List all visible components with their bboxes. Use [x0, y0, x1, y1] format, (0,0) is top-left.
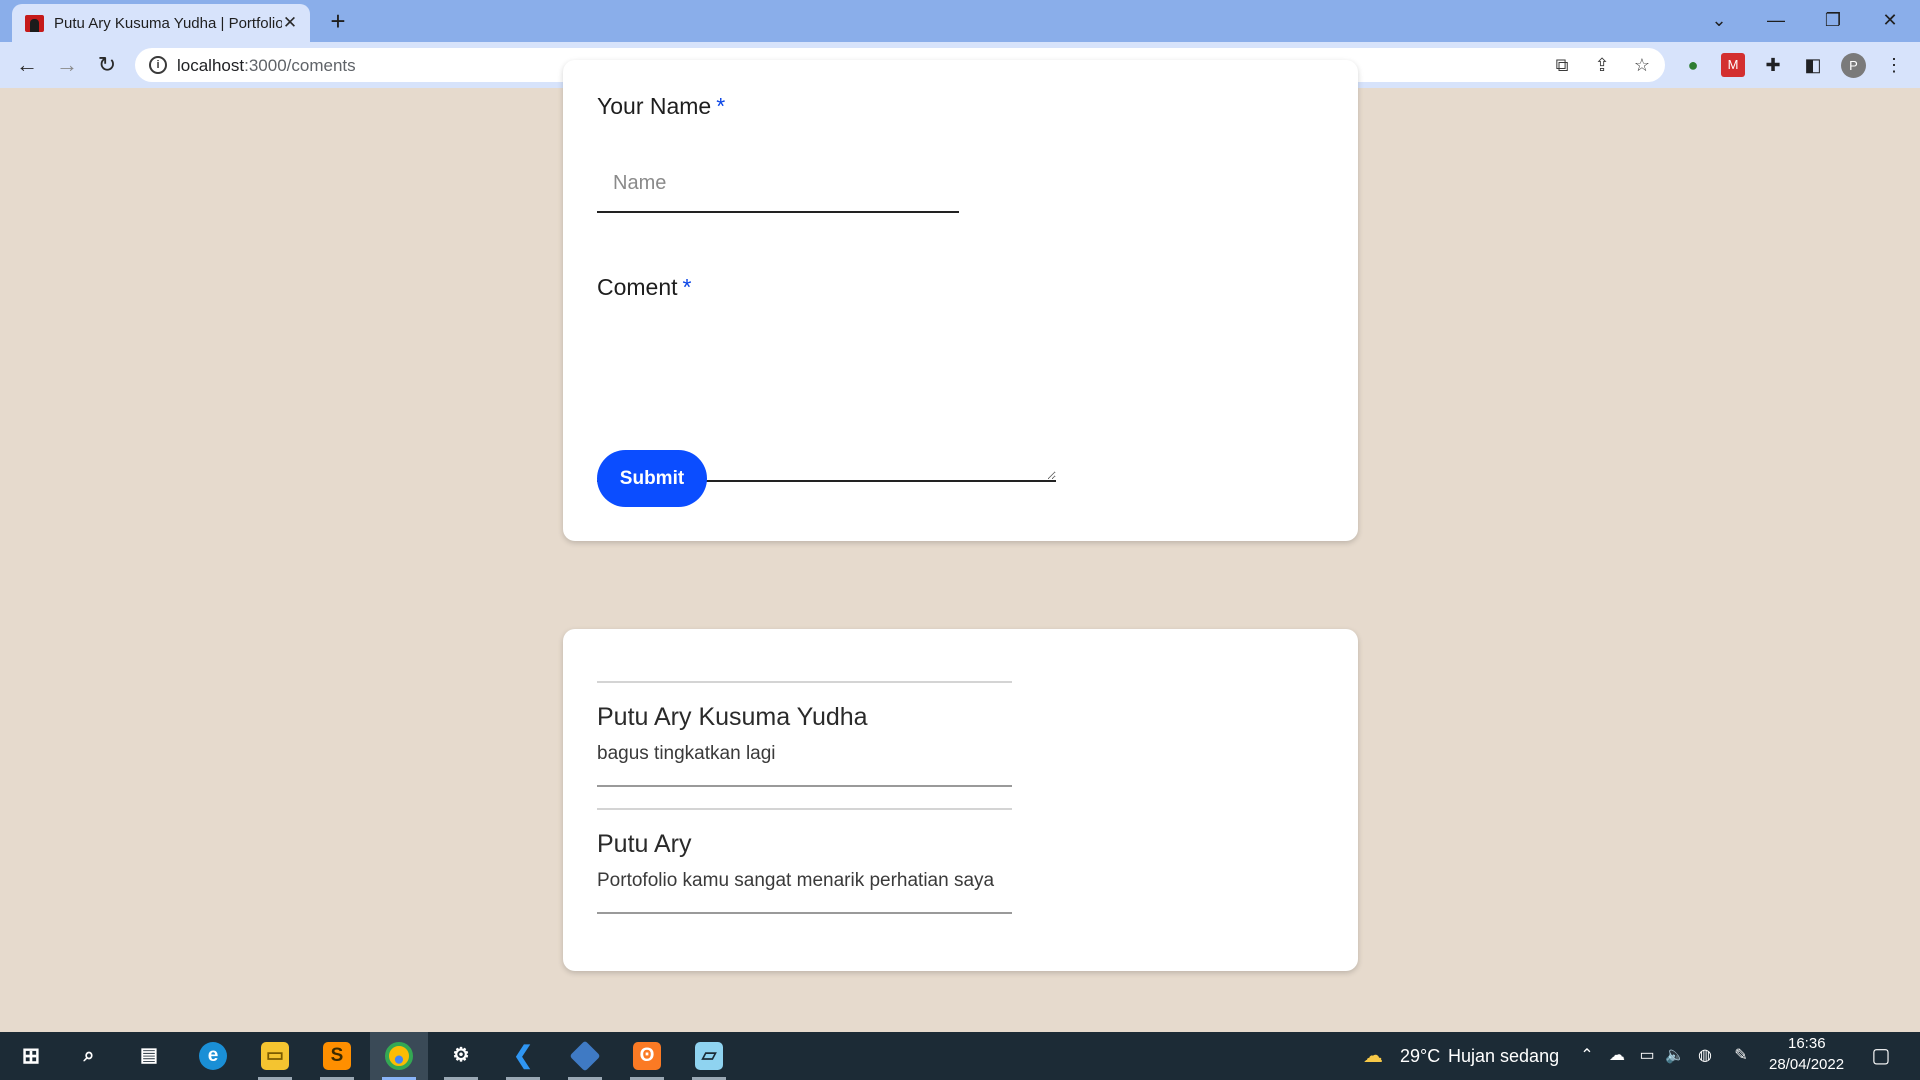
profile-avatar[interactable]: P	[1841, 53, 1866, 78]
tab-title: Putu Ary Kusuma Yudha | Portfolio	[54, 15, 282, 32]
comment-item: Putu Ary Kusuma Yudha bagus tingkatkan l…	[597, 681, 1012, 787]
settings-icon[interactable]: ⚙	[432, 1032, 490, 1080]
windows-start-icon[interactable]: ⊞	[2, 1032, 60, 1080]
site-info-icon[interactable]: i	[149, 56, 167, 74]
search-icon[interactable]: ⌕	[60, 1032, 118, 1080]
vscode-icon[interactable]: ❮	[494, 1032, 552, 1080]
weather-temp[interactable]: 29°C	[1400, 1046, 1440, 1067]
comment-field-label: Coment *	[597, 274, 692, 301]
extension-globe-icon[interactable]: ●	[1681, 53, 1705, 77]
back-arrow-icon[interactable]: ←	[12, 50, 42, 80]
side-panel-icon[interactable]: ◧	[1801, 53, 1825, 77]
chevron-up-icon[interactable]: ⌃	[1576, 1045, 1598, 1067]
comment-text: bagus tingkatkan lagi	[597, 743, 776, 764]
name-field-label: Your Name *	[597, 93, 725, 120]
clock-time[interactable]: 16:36	[1788, 1035, 1826, 1052]
name-input[interactable]	[597, 155, 959, 213]
close-window-button[interactable]: ✕	[1872, 5, 1908, 35]
reload-icon[interactable]: ↻	[92, 50, 122, 80]
comment-author: Putu Ary	[597, 830, 692, 858]
network-globe-icon[interactable]: ◍	[1694, 1045, 1716, 1067]
name-label-text: Your Name	[597, 93, 712, 119]
forward-arrow-icon[interactable]: →	[52, 50, 82, 80]
tab-search-icon[interactable]: ⌄	[1701, 5, 1737, 35]
comment-author: Putu Ary Kusuma Yudha	[597, 703, 868, 731]
pen-icon[interactable]: ✎	[1730, 1045, 1752, 1067]
url-text[interactable]: localhost:3000/coments	[177, 56, 356, 76]
volume-icon[interactable]: 🔈	[1664, 1045, 1686, 1067]
sublime-text-icon[interactable]: S	[308, 1032, 366, 1080]
onedrive-icon[interactable]: ☁	[1606, 1045, 1628, 1067]
comment-label-text: Coment	[597, 274, 678, 300]
submit-button[interactable]: Submit	[597, 450, 707, 507]
browser-tab[interactable]: Putu Ary Kusuma Yudha | Portfolio ✕	[12, 4, 310, 42]
site-favicon-icon	[25, 15, 44, 32]
share-icon[interactable]: ⇪	[1590, 54, 1614, 76]
clock-date[interactable]: 28/04/2022	[1769, 1056, 1844, 1073]
comments-list-card: Putu Ary Kusuma Yudha bagus tingkatkan l…	[563, 629, 1358, 971]
restore-button[interactable]: ❐	[1815, 5, 1851, 35]
extensions-puzzle-icon[interactable]: ✚	[1761, 53, 1785, 77]
bookmark-star-icon[interactable]: ☆	[1630, 54, 1654, 76]
url-host: localhost	[177, 56, 245, 75]
tab-close-icon[interactable]: ✕	[280, 13, 300, 33]
required-mark: *	[716, 93, 726, 119]
extension-red-icon[interactable]: M	[1721, 53, 1745, 77]
comment-text: Portofolio kamu sangat menarik perhatian…	[597, 870, 995, 891]
file-explorer-icon[interactable]: ▭	[246, 1032, 304, 1080]
minimize-button[interactable]: —	[1758, 5, 1794, 35]
weather-desc[interactable]: Hujan sedang	[1448, 1046, 1559, 1067]
windows-taskbar: ⊞ ⌕ ▤ e ▭ S ● ⚙ ❮ ʘ ▱ ☁ 29°C Hujan sedan…	[0, 1032, 1920, 1080]
battery-icon[interactable]: ▭	[1636, 1045, 1658, 1067]
chrome-icon[interactable]: ●	[370, 1032, 428, 1080]
git-icon[interactable]	[556, 1032, 614, 1080]
xampp-icon[interactable]: ʘ	[618, 1032, 676, 1080]
translate-icon[interactable]: ⧉	[1550, 54, 1574, 76]
new-tab-button[interactable]: +	[324, 7, 352, 35]
edge-icon[interactable]: e	[184, 1032, 242, 1080]
browser-tab-bar: Putu Ary Kusuma Yudha | Portfolio ✕ + ⌄ …	[0, 0, 1920, 42]
weather-icon[interactable]: ☁	[1362, 1045, 1384, 1067]
task-view-icon[interactable]: ▤	[120, 1032, 178, 1080]
browser-menu-icon[interactable]: ⋮	[1882, 53, 1906, 77]
comment-item: Putu Ary Portofolio kamu sangat menarik …	[597, 808, 1012, 914]
url-path: :3000/coments	[244, 56, 356, 75]
notification-icon[interactable]: ▢	[1870, 1045, 1892, 1067]
required-mark: *	[682, 274, 692, 300]
notepad-icon[interactable]: ▱	[680, 1032, 738, 1080]
